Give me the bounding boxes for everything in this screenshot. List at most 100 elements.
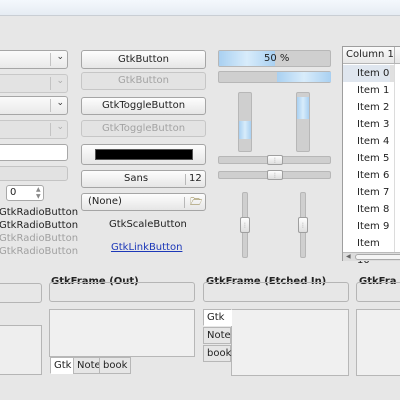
scale-slider[interactable]: ⋮ — [267, 170, 283, 180]
gtk-button-label: GtkButton — [118, 75, 169, 86]
toggle-button-disabled: GtkToggleButton — [81, 120, 206, 137]
tab-label: Note — [77, 360, 101, 371]
font-button[interactable]: Sans 12 — [81, 170, 206, 188]
text-entry-disabled — [0, 166, 68, 181]
toggle-button-label: GtkToggleButton — [101, 100, 186, 111]
gtk-button[interactable]: GtkButton — [81, 50, 206, 69]
notebook-tab[interactable]: Gtk — [50, 357, 76, 374]
tree-header[interactable]: Column 1 — [343, 47, 400, 64]
row-label: Item 8 — [357, 204, 390, 215]
tab-label: book — [207, 348, 232, 359]
row-label: Item 0 — [357, 68, 390, 79]
tree-row[interactable]: Item 10 — [343, 235, 394, 266]
frame-out — [49, 282, 195, 302]
column-header[interactable]: Column 1 — [346, 49, 394, 61]
vertical-scale[interactable]: ⋮ — [240, 192, 250, 258]
notebook-tab[interactable]: book — [99, 357, 132, 374]
combo-separator — [50, 123, 51, 136]
row-label: Item 2 — [357, 102, 390, 113]
progress-bar-2 — [218, 71, 331, 83]
progress-label: 50 % — [264, 53, 290, 64]
folder-icon: 🗁 — [190, 197, 203, 208]
spin-value: 0 — [10, 187, 17, 198]
tree-row[interactable]: Item 9 — [343, 218, 394, 235]
notebook-tab[interactable]: book — [203, 345, 231, 362]
frame-panel-left — [0, 325, 42, 375]
gtk-button-disabled: GtkButton — [81, 72, 206, 90]
notebook-tab[interactable]: Note — [203, 327, 231, 344]
file-chooser-label: (None) — [88, 196, 122, 207]
combo-box-disabled: ⌄ — [0, 120, 68, 139]
notebook-tab[interactable]: Gtk — [203, 309, 232, 326]
vertical-progress-bar — [238, 92, 252, 152]
file-chooser-button[interactable]: (None) 🗁 — [81, 193, 206, 211]
chevron-down-icon: ⌄ — [56, 122, 64, 132]
tab-label: Note — [207, 330, 231, 341]
row-label: Item 3 — [357, 119, 390, 130]
column-divider — [394, 64, 395, 252]
radio-button[interactable]: GtkRadioButton — [0, 220, 78, 232]
tab-label: book — [103, 360, 128, 371]
scale-slider[interactable]: ⋮ — [267, 155, 283, 165]
combo-separator — [50, 99, 51, 112]
combo-box[interactable]: ⌄ — [0, 96, 68, 115]
window-title-bar — [0, 0, 400, 16]
tree-row[interactable]: Item 8 — [343, 201, 394, 218]
font-name: Sans — [124, 173, 149, 184]
scrollbar-thumb[interactable] — [355, 254, 400, 260]
scroll-left-icon[interactable]: ◀ — [346, 253, 351, 261]
vertical-scale[interactable]: ⋮ — [298, 192, 308, 258]
tree-row[interactable]: Item 2 — [343, 99, 394, 116]
tree-row[interactable]: Item 3 — [343, 116, 394, 133]
horizontal-scale[interactable]: ⋮ — [218, 170, 331, 180]
file-separator — [184, 197, 185, 208]
scale-slider[interactable]: ⋮ — [240, 217, 250, 233]
notebook-right-panel — [231, 309, 349, 376]
toggle-button-label: GtkToggleButton — [101, 122, 186, 134]
row-label: Item 6 — [357, 170, 390, 181]
tree-row[interactable]: Item 5 — [343, 150, 394, 167]
scale-button[interactable]: GtkScaleButton — [109, 219, 187, 231]
combo-separator — [50, 77, 51, 90]
gtk-button-label: GtkButton — [118, 53, 169, 65]
scale-slider[interactable]: ⋮ — [298, 217, 308, 233]
tree-view[interactable]: Column 1 Item 0 Item 1 Item 2 Item 3 Ite… — [342, 46, 400, 266]
color-button[interactable] — [81, 144, 206, 165]
tree-row[interactable]: Item 6 — [343, 167, 394, 184]
horizontal-scale[interactable]: ⋮ — [218, 155, 331, 165]
tree-row[interactable]: Item 4 — [343, 133, 394, 150]
row-label: Item 5 — [357, 153, 390, 164]
tree-row[interactable]: Item 1 — [343, 82, 394, 99]
spin-up-icon[interactable]: ▲ — [36, 186, 41, 193]
text-entry[interactable] — [0, 144, 68, 161]
column-divider[interactable] — [394, 47, 395, 64]
frame-third — [356, 282, 400, 302]
progress-fill — [277, 72, 331, 82]
vertical-progress-bar — [296, 92, 310, 152]
chevron-down-icon[interactable]: ⌄ — [56, 98, 64, 108]
font-separator — [185, 174, 186, 185]
spin-down-icon[interactable]: ▼ — [36, 193, 41, 200]
row-label: Item 9 — [357, 221, 390, 232]
tree-row[interactable]: Item 7 — [343, 184, 394, 201]
combo-separator — [50, 53, 51, 66]
combo-box-entry-disabled: ⌄ — [0, 74, 68, 93]
radio-button-disabled: GtkRadioButton — [0, 246, 79, 257]
chevron-down-icon[interactable]: ⌄ — [56, 52, 64, 62]
radio-button[interactable]: GtkRadioButton — [0, 207, 78, 219]
link-button[interactable]: GtkLinkButton — [111, 242, 182, 254]
progress-fill — [239, 121, 251, 139]
tree-row[interactable]: Item 0 — [343, 65, 394, 82]
toggle-button[interactable]: GtkToggleButton — [81, 97, 206, 115]
notebook-third-panel — [356, 309, 400, 376]
notebook-left-panel — [49, 309, 195, 357]
frame-cut-left — [0, 283, 42, 303]
combo-box-entry[interactable]: ⌄ — [0, 50, 68, 69]
row-label: Item 1 — [357, 85, 390, 96]
progress-bar: 50 % — [218, 50, 331, 67]
spin-button[interactable]: 0 ▲ ▼ — [6, 185, 44, 201]
horizontal-scrollbar[interactable]: ◀ — [343, 252, 400, 261]
row-label: Item 4 — [357, 136, 390, 147]
progress-fill — [297, 97, 309, 119]
tab-label: Gtk — [207, 312, 225, 323]
